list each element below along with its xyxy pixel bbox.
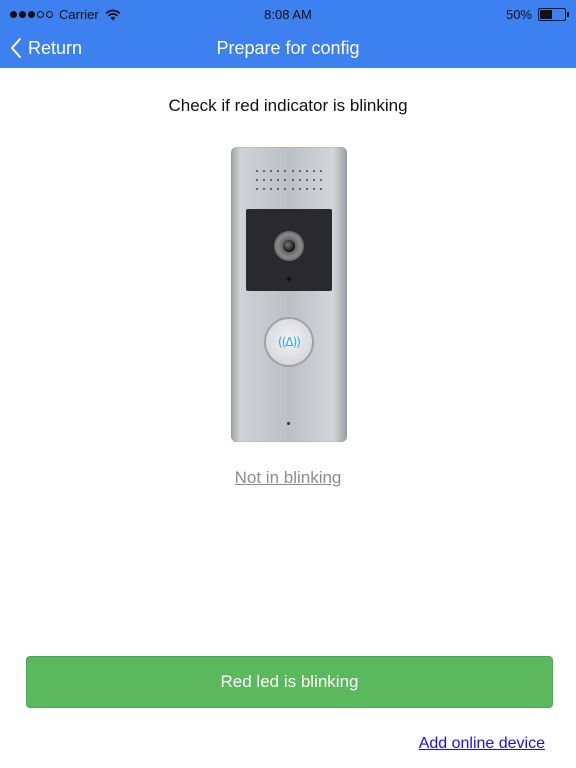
speaker-hole (262, 170, 265, 173)
nav-bar: Return Prepare for config (0, 28, 576, 68)
speaker-hole (305, 178, 308, 181)
speaker-hole (305, 170, 308, 173)
speaker-hole (313, 170, 316, 173)
speaker-hole (291, 187, 294, 190)
battery-icon (538, 8, 569, 21)
speaker-hole (277, 187, 280, 190)
doorbell-button: ((Δ)) (264, 317, 314, 367)
speaker-hole (284, 187, 287, 190)
speaker-hole (305, 187, 308, 190)
top-bar: Carrier 8:08 AM 50% Return Prepare for c… (0, 0, 576, 68)
doorbell-illustration: ((Δ)) (231, 147, 347, 442)
speaker-hole (320, 170, 323, 173)
speaker-hole (313, 178, 316, 181)
indicator-led (287, 277, 291, 281)
speaker-hole (255, 170, 258, 173)
speaker-hole (262, 187, 265, 190)
speaker-hole (277, 170, 280, 173)
speaker-hole (298, 178, 301, 181)
status-bar: Carrier 8:08 AM 50% (0, 0, 576, 28)
camera-lens-icon (274, 231, 304, 261)
add-online-device-link[interactable]: Add online device (419, 735, 545, 753)
page-title: Prepare for config (216, 38, 360, 58)
speaker-hole (262, 178, 265, 181)
speaker-hole (313, 187, 316, 190)
speaker-hole (269, 178, 272, 181)
speaker-hole (284, 170, 287, 173)
speaker-hole (320, 178, 323, 181)
speaker-hole (298, 187, 301, 190)
speaker-hole (255, 187, 258, 190)
speaker-hole (255, 178, 258, 181)
speaker-grille (253, 167, 325, 193)
speaker-hole (284, 178, 287, 181)
status-time: 8:08 AM (264, 7, 312, 22)
red-led-blinking-button[interactable]: Red led is blinking (26, 656, 553, 708)
bell-icon: ((Δ)) (278, 335, 301, 349)
speaker-hole (291, 170, 294, 173)
microphone-hole (287, 422, 290, 425)
speaker-hole (298, 170, 301, 173)
camera-panel (246, 209, 332, 291)
speaker-hole (269, 170, 272, 173)
not-blinking-link[interactable]: Not in blinking (0, 468, 576, 488)
instruction-heading: Check if red indicator is blinking (168, 96, 408, 115)
status-right: 50% (505, 7, 569, 22)
speaker-hole (320, 187, 323, 190)
battery-fill (540, 10, 552, 19)
battery-percent: 50% (505, 7, 532, 22)
battery-nub (566, 12, 569, 17)
speaker-hole (291, 178, 294, 181)
camera-lens-center (283, 240, 295, 252)
speaker-hole (277, 178, 280, 181)
speaker-hole (269, 187, 272, 190)
